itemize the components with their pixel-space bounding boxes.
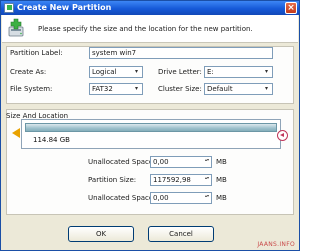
window-title: Create New Partition	[17, 3, 112, 12]
right-resize-handle[interactable]	[277, 130, 288, 141]
new-partition-icon	[8, 18, 24, 37]
unallocated-after-spinner[interactable]: 0,00 ▴▾	[150, 192, 212, 204]
cluster-size-value: Default	[207, 85, 233, 93]
left-resize-handle[interactable]	[12, 128, 20, 138]
partition-size-readout: 114.84 GB	[33, 136, 70, 144]
partition-label-input[interactable]: system win7	[89, 47, 273, 59]
spin-arrows-icon[interactable]: ▴▾	[203, 157, 211, 167]
unallocated-before-value: 0,00	[153, 158, 169, 166]
chevron-down-icon[interactable]: ▾	[131, 67, 142, 77]
chevron-down-icon[interactable]: ▾	[261, 84, 272, 94]
app-icon	[4, 3, 14, 13]
close-button[interactable]: ×	[285, 2, 297, 14]
header-instruction: Please specify the size and the location…	[38, 25, 253, 33]
cluster-size-select[interactable]: Default ▾	[204, 83, 273, 95]
partition-map[interactable]: 114.84 GB	[21, 119, 281, 149]
file-system-label: File System:	[10, 85, 53, 93]
spin-arrows-icon[interactable]: ▴▾	[203, 175, 211, 185]
unallocated-before-unit: MB	[216, 158, 227, 166]
partition-size-unit: MB	[216, 176, 227, 184]
partition-size-label: Partition Size:	[88, 176, 137, 184]
partition-label-label: Partition Label:	[10, 49, 63, 57]
cancel-button[interactable]: Cancel	[148, 226, 214, 242]
partition-bar[interactable]	[25, 123, 277, 132]
create-as-label: Create As:	[10, 68, 47, 76]
drive-letter-select[interactable]: E: ▾	[204, 66, 273, 78]
ok-button-label: OK	[95, 230, 107, 238]
file-system-select[interactable]: FAT32 ▾	[89, 83, 143, 95]
header-band: Please specify the size and the location…	[2, 15, 298, 43]
unallocated-before-spinner[interactable]: 0,00 ▴▾	[150, 156, 212, 168]
dialog-window: Create New Partition × Please specify th…	[0, 0, 300, 251]
spin-arrows-icon[interactable]: ▴▾	[203, 193, 211, 203]
file-system-value: FAT32	[92, 85, 113, 93]
partition-size-spinner[interactable]: 117592,98 ▴▾	[150, 174, 212, 186]
unallocated-after-unit: MB	[216, 194, 227, 202]
cluster-size-label: Cluster Size:	[158, 85, 202, 93]
partition-size-value: 117592,98	[153, 176, 191, 184]
unallocated-after-value: 0,00	[153, 194, 169, 202]
create-as-value: Logical	[92, 68, 117, 76]
chevron-down-icon[interactable]: ▾	[131, 84, 142, 94]
cancel-button-label: Cancel	[169, 230, 193, 238]
title-bar[interactable]: Create New Partition ×	[1, 1, 299, 15]
watermark: JAANS.INFO	[257, 241, 295, 248]
create-as-select[interactable]: Logical ▾	[89, 66, 143, 78]
chevron-down-icon[interactable]: ▾	[261, 67, 272, 77]
ok-button[interactable]: OK	[68, 226, 134, 242]
drive-letter-label: Drive Letter:	[158, 68, 202, 76]
drive-letter-value: E:	[207, 68, 214, 76]
